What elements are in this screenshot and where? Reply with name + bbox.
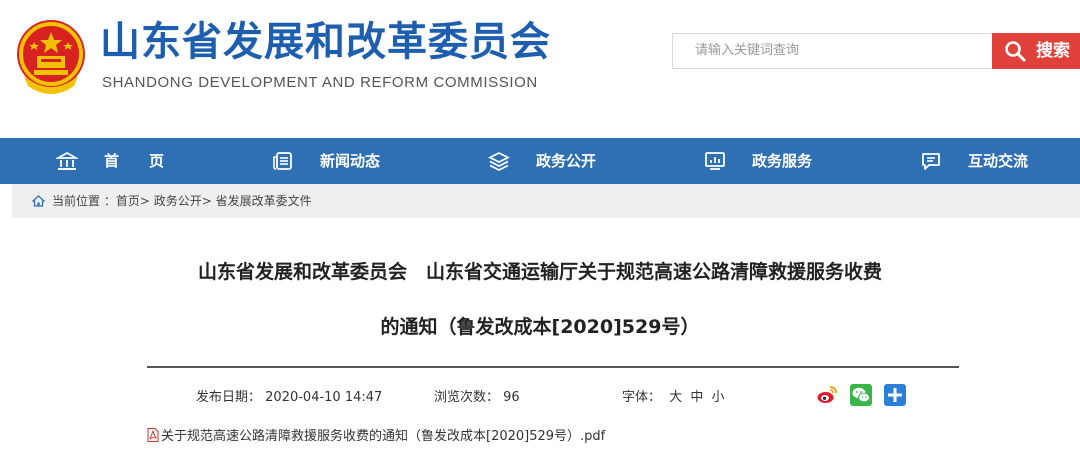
search-button[interactable]: 搜索 (992, 33, 1080, 69)
layers-icon (488, 152, 510, 171)
view-count-value: 96 (503, 390, 520, 405)
search-button-label: 搜索 (1036, 41, 1070, 61)
site-title: 山东省发展和改革委员会 (100, 19, 551, 65)
article-title-line2: 的通知（鲁发改成本[2020]529号） (380, 316, 700, 338)
site-subtitle: SHANDONG DEVELOPMENT AND REFORM COMMISSI… (102, 74, 538, 91)
nav-item-label: 政务公开 (536, 152, 597, 170)
font-size-small[interactable]: 小 (711, 390, 724, 405)
main-nav: 首 页 新闻动态 政务公开 政务服务 互动交流 (0, 138, 1080, 184)
search-icon (1005, 41, 1026, 62)
font-size-control: 字体： 大 中 小 (622, 386, 724, 405)
home-icon (56, 151, 78, 170)
plus-share-icon[interactable] (884, 384, 906, 406)
publish-date-value: 2020-04-10 14:47 (265, 390, 383, 405)
nav-item-news[interactable]: 新闻动态 (272, 138, 392, 184)
monitor-chart-icon (705, 152, 725, 170)
font-size-label: 字体： (622, 390, 662, 405)
search-input[interactable]: 请输入关键词查询 (672, 33, 992, 69)
breadcrumb-item-home[interactable]: 首页 (116, 194, 140, 208)
news-icon (273, 152, 292, 170)
nav-item-label: 政务服务 (752, 152, 813, 170)
weibo-icon[interactable] (816, 384, 838, 406)
attachment-link[interactable]: 关于规范高速公路清障救援服务收费的通知（鲁发改成本[2020]529号）.pdf (147, 425, 605, 444)
home-icon (32, 195, 45, 207)
breadcrumb-item-government-affairs[interactable]: 政务公开 (154, 194, 202, 208)
nav-item-government-affairs[interactable]: 政务公开 (488, 138, 608, 184)
pdf-file-icon (147, 428, 159, 442)
breadcrumb-prefix: 当前位置 ： (52, 194, 116, 208)
breadcrumb: 当前位置 ：首页> 政务公开> 省发展改革委文件 (12, 184, 1080, 218)
attachment-filename: 关于规范高速公路清障救援服务收费的通知（鲁发改成本[2020]529号）.pdf (161, 429, 606, 444)
nav-item-label: 首 页 (104, 152, 165, 170)
publish-date-label: 发布日期： (196, 390, 262, 405)
nav-item-interaction[interactable]: 互动交流 (920, 138, 1040, 184)
national-emblem-icon[interactable] (12, 16, 90, 96)
nav-item-label: 互动交流 (968, 152, 1029, 170)
publish-date-info: 发布日期： 2020-04-10 14:47 (196, 386, 382, 405)
nav-item-label: 新闻动态 (320, 152, 381, 170)
font-size-large[interactable]: 大 (669, 390, 682, 405)
nav-item-services[interactable]: 政务服务 (704, 138, 824, 184)
wechat-icon[interactable] (850, 384, 872, 406)
font-size-medium[interactable]: 中 (690, 390, 703, 405)
view-count-info: 浏览次数： 96 (434, 386, 520, 405)
article-title-line1: 山东省发展和改革委员会 山东省交通运输厅关于规范高速公路清障救援服务收费 (197, 261, 882, 283)
view-count-label: 浏览次数： (434, 390, 500, 405)
breadcrumb-separator: > (139, 194, 154, 208)
title-divider (147, 366, 959, 368)
chat-icon (922, 153, 940, 170)
site-header: 山东省发展和改革委员会 SHANDONG DEVELOPMENT AND REF… (0, 0, 1080, 138)
nav-item-home[interactable]: 首 页 (56, 138, 186, 184)
breadcrumb-separator: > (201, 194, 216, 208)
breadcrumb-item-documents[interactable]: 省发展改革委文件 (216, 194, 312, 208)
